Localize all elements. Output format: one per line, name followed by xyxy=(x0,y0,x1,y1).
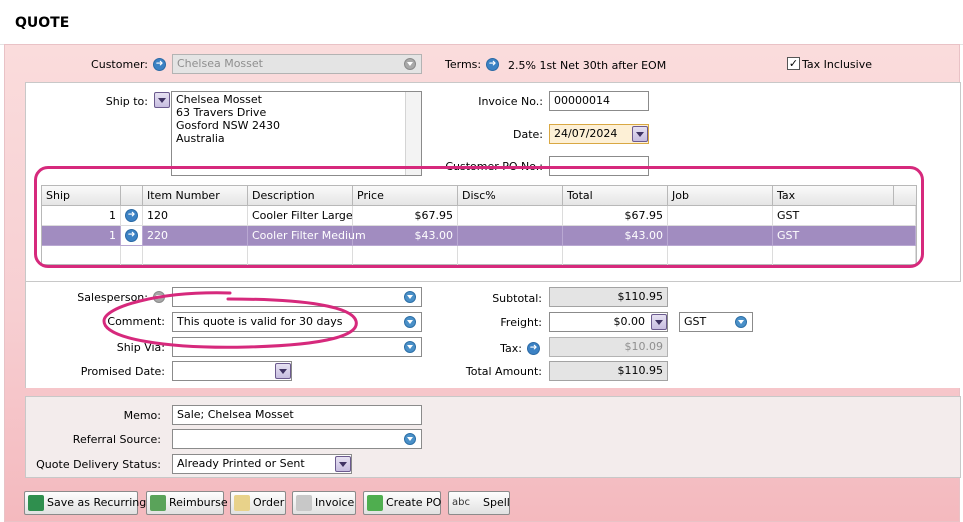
order-icon xyxy=(234,495,250,511)
date-label: Date: xyxy=(513,128,543,141)
total-amount-label: Total Amount: xyxy=(465,365,542,378)
terms-arrow-icon[interactable]: ➜ xyxy=(486,58,499,71)
address-line: Australia xyxy=(176,132,225,145)
reimburse-label: Reimburse xyxy=(169,496,228,509)
customer-field[interactable]: Chelsea Mosset xyxy=(172,54,422,74)
create-po-button[interactable]: Create PO xyxy=(363,491,441,515)
address-line: 63 Travers Drive xyxy=(176,106,267,119)
total-amount-value: $110.95 xyxy=(549,361,668,381)
tax-value: $10.09 xyxy=(549,337,668,357)
terms-label: Terms: xyxy=(445,58,482,71)
create-po-label: Create PO xyxy=(386,496,442,509)
tax-inclusive-checkbox[interactable]: ✓ xyxy=(787,57,800,70)
footer-panel xyxy=(25,396,961,478)
ship-to-label: Ship to: xyxy=(105,95,148,108)
address-line: Chelsea Mosset xyxy=(176,93,262,106)
invoice-icon xyxy=(296,495,312,511)
address-scrollbar[interactable] xyxy=(405,92,421,175)
recurring-icon xyxy=(28,495,44,511)
ship-to-dropdown-icon[interactable] xyxy=(154,92,170,108)
spell-button[interactable]: abc Spell xyxy=(448,491,510,515)
customer-dropdown-icon[interactable] xyxy=(404,58,416,70)
tax-label: Tax: xyxy=(500,342,522,355)
spell-label: Spell xyxy=(483,496,510,509)
delivery-status-dropdown-icon[interactable] xyxy=(335,456,351,472)
reimburse-icon xyxy=(150,495,166,511)
invoice-button[interactable]: Invoice xyxy=(292,491,356,515)
delivery-status-field[interactable]: Already Printed or Sent xyxy=(172,454,352,474)
freight-dropdown-icon[interactable] xyxy=(651,314,667,330)
order-label: Order xyxy=(253,496,285,509)
referral-source-field[interactable] xyxy=(172,429,422,449)
comment-dropdown-icon[interactable] xyxy=(404,316,416,328)
comment-highlight-annotation xyxy=(102,291,358,349)
invoice-no-label: Invoice No.: xyxy=(478,95,543,108)
delivery-status-label: Quote Delivery Status: xyxy=(36,458,161,471)
create-po-icon xyxy=(367,495,383,511)
order-button[interactable]: Order xyxy=(230,491,286,515)
grid-highlight-annotation xyxy=(34,166,924,268)
invoice-label: Invoice xyxy=(315,496,355,509)
tax-arrow-icon[interactable]: ➜ xyxy=(527,342,540,355)
ship-to-address[interactable]: Chelsea Mosset 63 Travers Drive Gosford … xyxy=(171,91,422,176)
promised-date-field[interactable] xyxy=(172,361,292,381)
terms-value: 2.5% 1st Net 30th after EOM xyxy=(508,59,667,72)
subtotal-value: $110.95 xyxy=(549,287,668,307)
date-picker-icon[interactable] xyxy=(632,126,648,142)
promised-date-label: Promised Date: xyxy=(80,365,165,378)
ship-via-dropdown-icon[interactable] xyxy=(404,341,416,353)
memo-label: Memo: xyxy=(123,409,161,422)
promised-date-picker-icon[interactable] xyxy=(275,363,291,379)
memo-field[interactable]: Sale; Chelsea Mosset xyxy=(172,405,422,425)
title-bar: QUOTE xyxy=(0,0,963,45)
subtotal-label: Subtotal: xyxy=(492,292,542,305)
reimburse-button[interactable]: Reimburse xyxy=(146,491,228,515)
spell-check-icon: abc xyxy=(452,497,470,508)
salesperson-dropdown-icon[interactable] xyxy=(404,291,416,303)
freight-tax-dropdown-icon[interactable] xyxy=(735,316,747,328)
save-as-recurring-button[interactable]: Save as Recurring xyxy=(24,491,146,515)
invoice-no-field[interactable]: 00000014 xyxy=(549,91,649,111)
freight-label: Freight: xyxy=(500,316,542,329)
address-line: Gosford NSW 2430 xyxy=(176,119,280,132)
referral-source-label: Referral Source: xyxy=(72,433,161,446)
save-as-recurring-label: Save as Recurring xyxy=(47,496,147,509)
referral-dropdown-icon[interactable] xyxy=(404,433,416,445)
tax-inclusive-label: Tax Inclusive xyxy=(802,58,873,71)
window-title: QUOTE xyxy=(15,15,70,31)
customer-label: Customer: xyxy=(91,58,148,71)
customer-arrow-icon[interactable]: ➜ xyxy=(153,58,166,71)
